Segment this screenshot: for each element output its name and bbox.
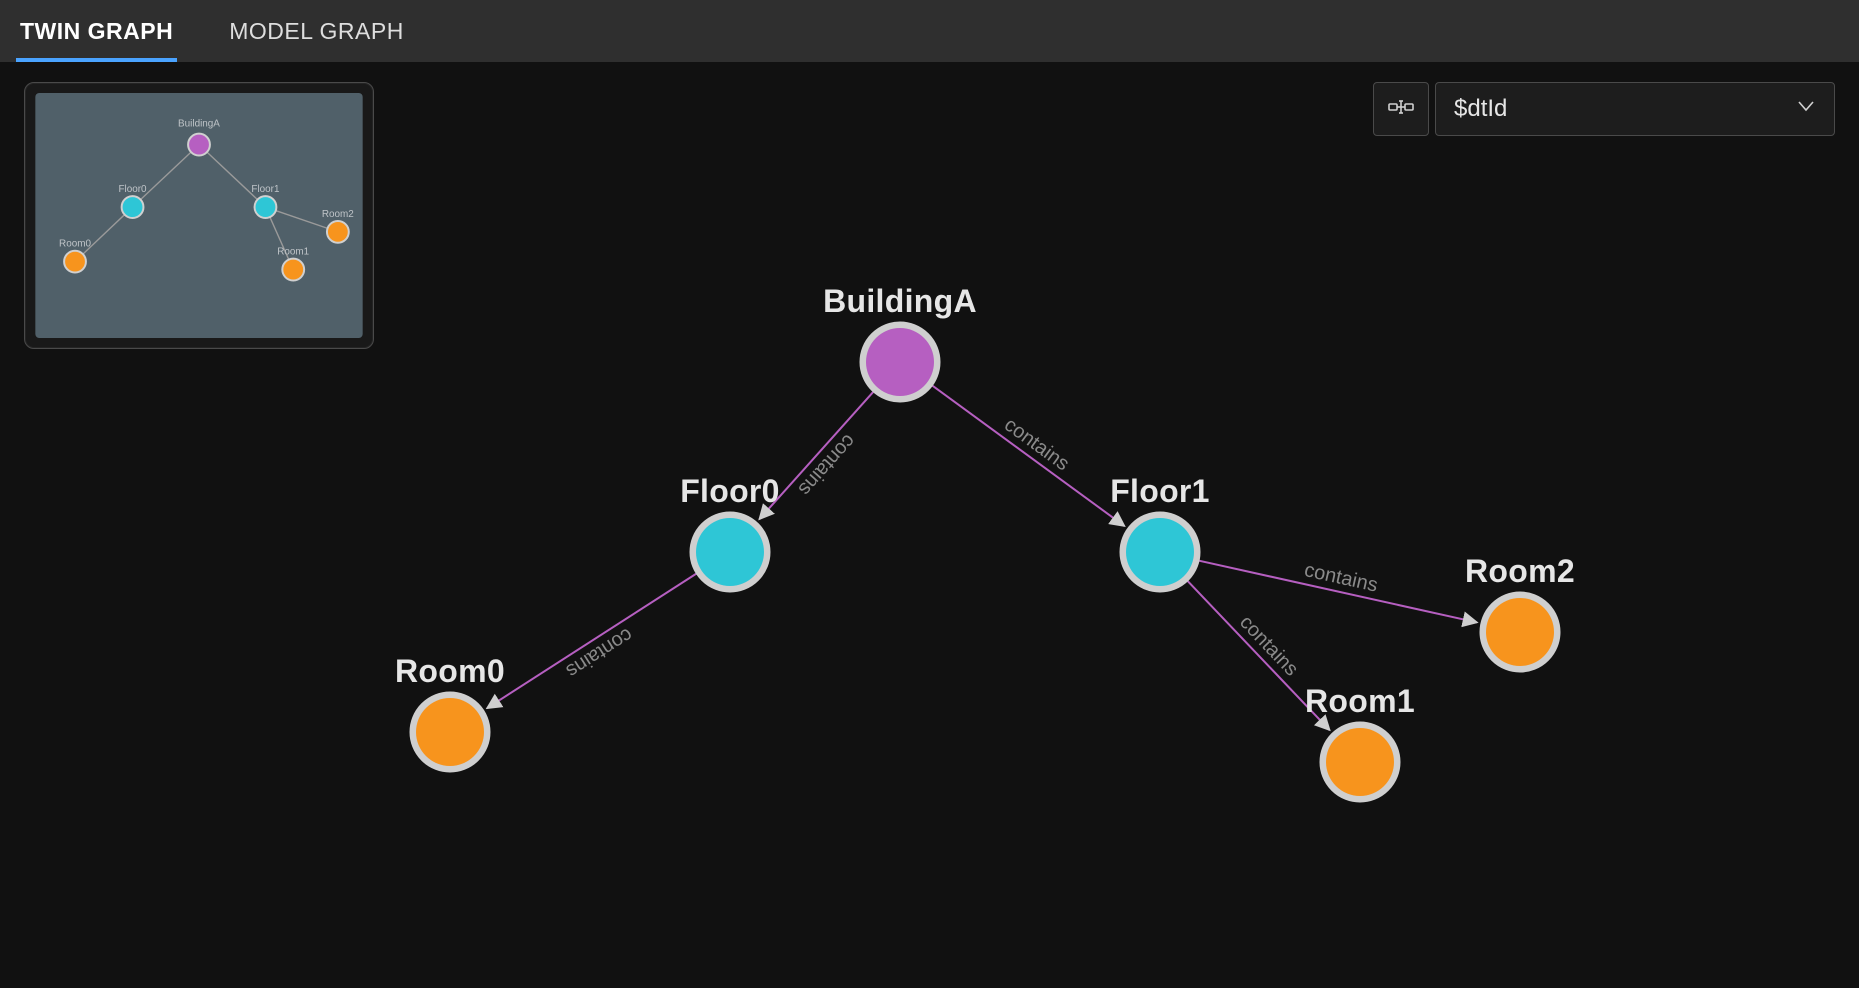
node-BuildingA[interactable]: BuildingA — [823, 283, 977, 399]
edge-Floor0-Room0[interactable] — [487, 574, 696, 709]
graph-viewport[interactable]: containscontainscontainscontainscontains… — [0, 62, 1859, 988]
tab-twin-graph[interactable]: TWIN GRAPH — [18, 0, 175, 62]
graph-canvas[interactable]: BuildingA Floor0 Floor1 Room0 Room1 Room… — [0, 62, 1859, 988]
node-label: Room0 — [395, 653, 505, 689]
edge-label: contains — [1235, 611, 1302, 680]
node-label: Room1 — [1305, 683, 1415, 719]
tab-bar: TWIN GRAPH MODEL GRAPH — [0, 0, 1859, 62]
node-label: Floor0 — [680, 473, 780, 509]
node-Floor1[interactable]: Floor1 — [1110, 473, 1210, 589]
node-Floor0[interactable]: Floor0 — [680, 473, 780, 589]
node-Room0[interactable]: Room0 — [395, 653, 505, 769]
node-label: Floor1 — [1110, 473, 1210, 509]
edge-label: contains — [794, 430, 860, 500]
edge-label: contains — [1000, 414, 1073, 476]
edge-BuildingA-Floor1[interactable] — [932, 386, 1124, 526]
node-Room2[interactable]: Room2 — [1465, 553, 1575, 669]
node-Room1[interactable]: Room1 — [1305, 683, 1415, 799]
edge-label: contains — [1302, 559, 1379, 597]
node-label: Room2 — [1465, 553, 1575, 589]
node-label: BuildingA — [823, 283, 977, 319]
tab-model-graph[interactable]: MODEL GRAPH — [227, 0, 406, 62]
app-root: TWIN GRAPH MODEL GRAPH BuildingA Floor0 — [0, 0, 1859, 988]
